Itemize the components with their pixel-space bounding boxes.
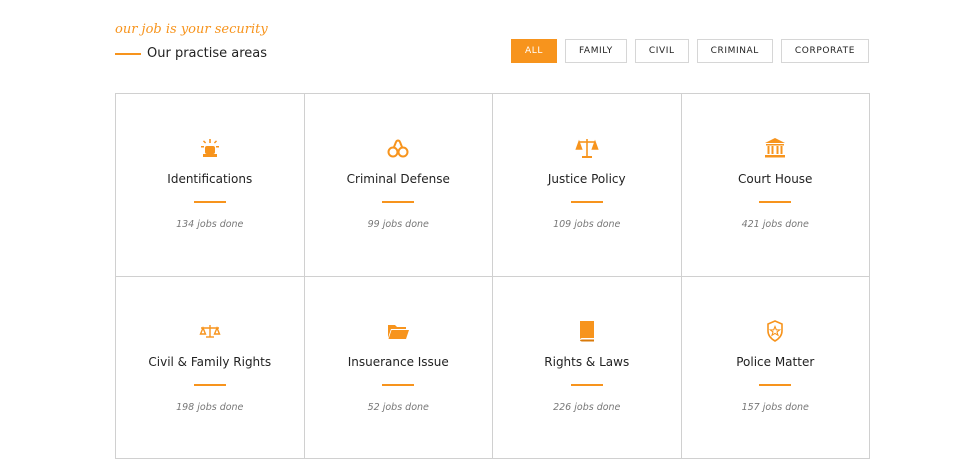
folder-icon (386, 319, 410, 343)
heading-accent-line (115, 52, 141, 55)
card-accent-line (193, 383, 226, 386)
practice-card-title: Justice Policy (547, 172, 626, 186)
filter-all-button[interactable]: ALL (510, 39, 557, 63)
card-accent-line (382, 383, 415, 386)
practice-card-count: 198 jobs done (176, 401, 244, 413)
tagline: our job is your security (115, 22, 268, 37)
practice-card-count: 157 jobs done (741, 401, 809, 413)
card-accent-line (382, 201, 415, 203)
practice-card-justice-policy[interactable]: Justice Policy 109 jobs done (493, 94, 682, 277)
practice-card-title: Insuerance Issue (347, 354, 449, 369)
filter-family-button[interactable]: FAMILY (564, 39, 627, 63)
practice-card-count: 52 jobs done (367, 401, 429, 413)
card-accent-line (759, 383, 792, 386)
card-accent-line (570, 383, 603, 386)
card-accent-line (193, 201, 226, 203)
practice-card-rights-laws[interactable]: Rights & Laws 226 jobs done (493, 276, 682, 459)
practice-card-title: Rights & Laws (544, 354, 630, 369)
practice-card-count: 226 jobs done (553, 401, 621, 413)
practice-card-criminal-defense[interactable]: Criminal Defense 99 jobs done (304, 94, 493, 277)
card-accent-line (759, 201, 792, 203)
siren-icon (198, 136, 222, 160)
practice-card-title: Identifications (167, 172, 253, 186)
practice-card-civil-family-rights[interactable]: Civil & Family Rights 198 jobs done (116, 276, 305, 459)
practice-card-count: 109 jobs done (553, 219, 621, 230)
filter-corporate-button[interactable]: CORPORATE (780, 39, 869, 63)
practice-card-police-matter[interactable]: Police Matter 157 jobs done (681, 276, 870, 459)
practice-card-title: Criminal Defense (346, 172, 450, 186)
courthouse-icon (763, 136, 787, 160)
balance-icon (198, 319, 222, 343)
practice-card-title: Court House (738, 172, 813, 186)
practice-card-identifications[interactable]: Identifications 134 jobs done (116, 94, 305, 277)
card-accent-line (570, 201, 603, 203)
filter-criminal-button[interactable]: CRIMINAL (696, 39, 773, 63)
police-badge-icon (763, 319, 787, 343)
practice-card-court-house[interactable]: Court House 421 jobs done (681, 94, 870, 277)
practice-card-count: 99 jobs done (367, 219, 429, 230)
practice-card-insurance-issue[interactable]: Insuerance Issue 52 jobs done (304, 276, 493, 459)
filter-civil-button[interactable]: CIVIL (634, 39, 689, 63)
practice-card-title: Civil & Family Rights (148, 354, 272, 369)
practice-areas-grid: Identifications 134 jobs done Criminal D… (115, 93, 870, 459)
practice-card-count: 421 jobs done (741, 219, 809, 230)
practice-card-title: Police Matter (736, 354, 815, 369)
handcuffs-icon (386, 136, 410, 160)
practice-card-count: 134 jobs done (176, 219, 244, 230)
book-icon (575, 319, 599, 343)
section-heading: Our practise areas (115, 46, 267, 61)
filter-bar: ALL FAMILY CIVIL CRIMINAL CORPORATE (510, 39, 869, 63)
scales-icon (575, 136, 599, 160)
section-title: Our practise areas (147, 46, 268, 61)
